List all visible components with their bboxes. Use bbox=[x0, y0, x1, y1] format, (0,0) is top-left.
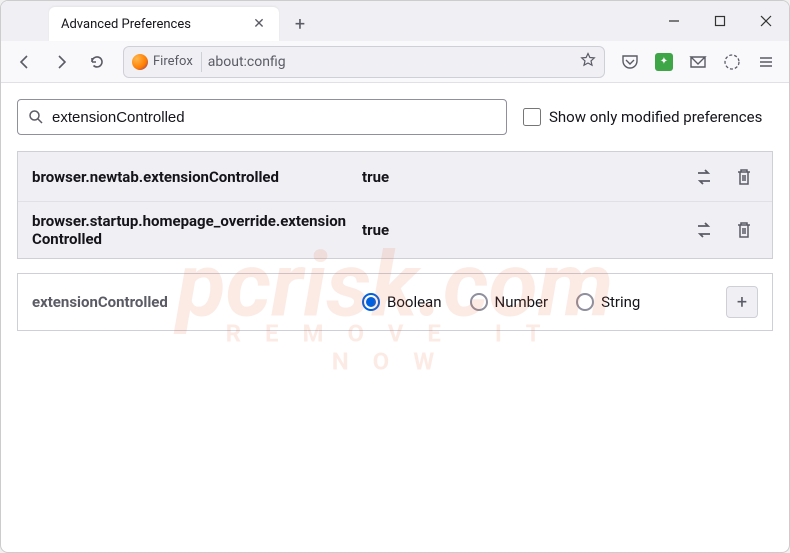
about-config-content: Show only modified preferences browser.n… bbox=[1, 83, 789, 347]
tab-title: Advanced Preferences bbox=[61, 17, 191, 32]
back-button[interactable] bbox=[9, 46, 41, 78]
identity-box[interactable]: Firefox bbox=[132, 52, 202, 72]
radio-icon bbox=[576, 293, 594, 311]
inbox-icon[interactable] bbox=[683, 47, 713, 77]
create-pref-row: extensionControlled Boolean Number Strin… bbox=[17, 273, 773, 331]
search-input[interactable] bbox=[52, 109, 496, 126]
radio-icon bbox=[362, 293, 380, 311]
pref-value: true bbox=[362, 221, 690, 239]
nav-toolbar: Firefox about:config ✦ bbox=[1, 41, 789, 83]
tab-active[interactable]: Advanced Preferences ✕ bbox=[49, 7, 279, 41]
radio-icon bbox=[470, 293, 488, 311]
show-modified-checkbox[interactable] bbox=[523, 108, 541, 126]
radio-string[interactable]: String bbox=[576, 293, 640, 311]
pref-table: browser.newtab.extensionControlled true … bbox=[17, 151, 773, 259]
menu-button[interactable] bbox=[751, 47, 781, 77]
extension-green-icon[interactable]: ✦ bbox=[649, 47, 679, 77]
radio-label: String bbox=[601, 293, 640, 311]
pref-row: browser.newtab.extensionControlled true bbox=[18, 152, 772, 202]
search-box[interactable] bbox=[17, 99, 507, 135]
toggle-button[interactable] bbox=[690, 216, 718, 244]
show-modified-toggle[interactable]: Show only modified preferences bbox=[523, 108, 762, 126]
pref-row: browser.startup.homepage_override.extens… bbox=[18, 202, 772, 258]
minimize-button[interactable] bbox=[651, 1, 697, 41]
delete-button[interactable] bbox=[730, 163, 758, 191]
toggle-button[interactable] bbox=[690, 163, 718, 191]
window-controls bbox=[651, 1, 789, 41]
search-row: Show only modified preferences bbox=[17, 99, 773, 135]
close-window-button[interactable] bbox=[743, 1, 789, 41]
url-bar[interactable]: Firefox about:config bbox=[123, 46, 605, 78]
pref-value: true bbox=[362, 168, 690, 186]
create-pref-name: extensionControlled bbox=[32, 293, 362, 311]
forward-button[interactable] bbox=[45, 46, 77, 78]
tab-close-icon[interactable]: ✕ bbox=[251, 16, 267, 32]
firefox-logo-icon bbox=[132, 54, 148, 70]
add-pref-button[interactable]: + bbox=[726, 286, 758, 318]
radio-boolean[interactable]: Boolean bbox=[362, 293, 442, 311]
maximize-button[interactable] bbox=[697, 1, 743, 41]
delete-button[interactable] bbox=[730, 216, 758, 244]
reload-button[interactable] bbox=[81, 46, 113, 78]
url-text: about:config bbox=[208, 54, 286, 70]
identity-label: Firefox bbox=[153, 54, 193, 69]
radio-label: Number bbox=[495, 293, 549, 311]
bookmark-star-icon[interactable] bbox=[580, 52, 596, 72]
pref-name: browser.newtab.extensionControlled bbox=[32, 168, 362, 186]
new-tab-button[interactable]: + bbox=[285, 9, 315, 39]
type-radio-group: Boolean Number String bbox=[362, 293, 726, 311]
browser-window: Advanced Preferences ✕ + Firefox bbox=[0, 0, 790, 553]
search-icon bbox=[28, 109, 44, 125]
pref-name: browser.startup.homepage_override.extens… bbox=[32, 212, 362, 248]
radio-label: Boolean bbox=[387, 293, 442, 311]
pocket-icon[interactable] bbox=[615, 47, 645, 77]
account-icon[interactable] bbox=[717, 47, 747, 77]
show-modified-label: Show only modified preferences bbox=[549, 108, 762, 126]
radio-number[interactable]: Number bbox=[470, 293, 549, 311]
